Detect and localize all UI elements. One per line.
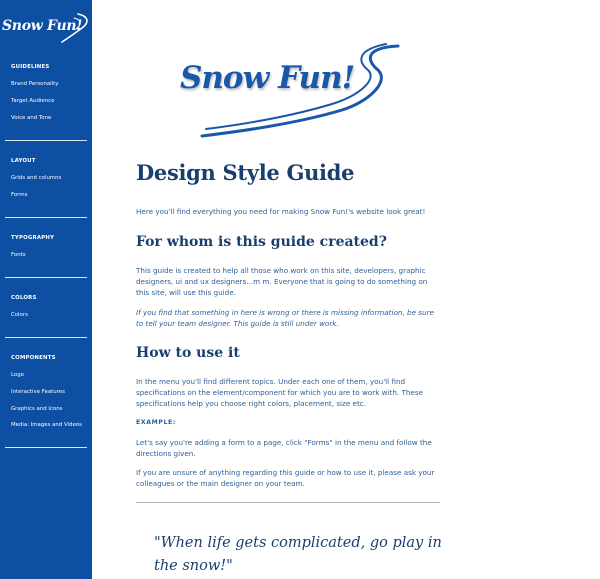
section-heading-for-whom: For whom is this guide created? [136, 234, 387, 250]
main-content: Snow Fun! Design Style Guide Here you'll… [92, 0, 600, 579]
nav-item-media-images-and-videos[interactable]: Media: Images and Videos [11, 422, 82, 428]
example-label: EXAMPLE: [136, 419, 176, 426]
nav-item-colors[interactable]: Colors [11, 312, 28, 318]
nav-item-fonts[interactable]: Fonts [11, 252, 26, 258]
nav-heading-components: COMPONENTS [11, 355, 56, 361]
nav-heading-layout: LAYOUT [11, 158, 36, 164]
ski-swoosh-icon [61, 13, 88, 43]
section-heading-how-to-use: How to use it [136, 345, 240, 361]
sidebar-logo[interactable]: Snow Fun! [2, 12, 92, 46]
nav-divider [5, 277, 87, 278]
under-work-note: If you find that something in here is wr… [136, 308, 434, 328]
hero-logo: Snow Fun! [172, 40, 402, 144]
how-to-use-paragraph: In the menu you'll find different topics… [136, 377, 424, 408]
nav-item-voice-and-tone[interactable]: Voice and Tone [11, 115, 51, 121]
snow-quote: "When life gets complicated, go play in … [154, 535, 442, 574]
nav-item-interactive-features[interactable]: Interactive Features [11, 389, 65, 395]
nav-heading-colors: COLORS [11, 295, 37, 301]
example-paragraph: Let's say you're adding a form to a page… [136, 438, 432, 458]
nav-item-forms[interactable]: Forms [11, 192, 27, 198]
nav-divider [5, 217, 87, 218]
contact-paragraph: If you are unsure of anything regarding … [136, 468, 435, 488]
intro-text: Here you'll find everything you need for… [136, 207, 426, 216]
for-whom-paragraph: This guide is created to help all those … [136, 266, 428, 297]
nav-divider [5, 447, 87, 448]
ski-swoosh-icon [200, 43, 400, 138]
sidebar: Snow Fun! GUIDELINES Brand Personality T… [0, 0, 92, 579]
nav-heading-guidelines: GUIDELINES [11, 64, 50, 70]
nav-divider [5, 140, 87, 141]
nav-item-brand-personality[interactable]: Brand Personality [11, 81, 59, 87]
page-title: Design Style Guide [136, 160, 355, 185]
nav-heading-typography: TYPOGRAPHY [11, 235, 55, 241]
nav-divider [5, 337, 87, 338]
nav-item-graphics-and-icons[interactable]: Graphics and Icons [11, 406, 62, 412]
section-divider [136, 502, 440, 503]
nav-item-grids-and-columns[interactable]: Grids and columns [11, 175, 61, 181]
nav-item-target-audience[interactable]: Target Audience [11, 98, 54, 104]
nav-item-logo[interactable]: Logo [11, 372, 24, 378]
